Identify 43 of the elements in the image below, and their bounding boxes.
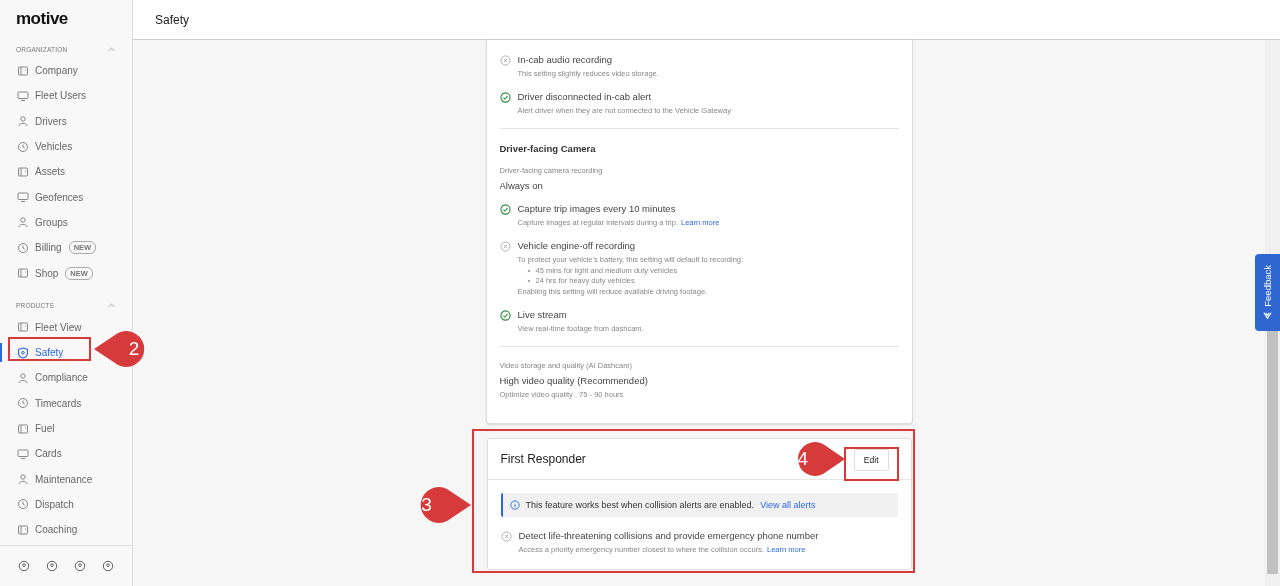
shield-icon	[17, 346, 29, 359]
nav-item[interactable]: Vehicles	[0, 138, 73, 155]
feedback-icon	[1263, 310, 1272, 320]
nav-item[interactable]: Coaching	[0, 521, 78, 538]
setting-title: Capture trip images every 10 minutes	[517, 203, 677, 214]
nav-item[interactable]: Dispatch	[0, 496, 74, 513]
setting-title: Driver disconnected in-cab alert	[517, 91, 653, 102]
field-value: Always on	[499, 180, 544, 191]
nav-item[interactable]: Fuel	[0, 420, 55, 437]
field-value: High video quality (Recommended)	[499, 375, 649, 386]
nav-item[interactable]: Assets	[0, 163, 65, 180]
section-heading: Driver-facing Camera	[499, 143, 597, 154]
nav-item[interactable]: Safety	[0, 344, 64, 361]
people-icon	[17, 216, 29, 229]
nav-item[interactable]: Compliance	[0, 369, 88, 386]
setting-title: Live stream	[517, 309, 568, 320]
logo: motive	[15, 8, 69, 30]
edit-button[interactable]: Edit	[853, 449, 889, 471]
nav-item[interactable]: Groups	[0, 214, 68, 231]
person-icon	[17, 115, 29, 128]
feedback-tab[interactable]: Feedback	[1255, 254, 1280, 331]
nav-item[interactable]: Shop	[0, 265, 59, 281]
building-icon	[17, 64, 29, 77]
setting-title: In-cab audio recording	[517, 54, 614, 65]
nav-item[interactable]: Fleet View	[0, 319, 82, 336]
nav-item[interactable]: Maintenance	[0, 471, 93, 488]
scrollbar-thumb[interactable]	[1267, 330, 1278, 574]
page-title: Safety	[155, 12, 190, 27]
nav-item[interactable]: Geofences	[0, 189, 84, 206]
nav-item[interactable]: Timecards	[0, 395, 82, 412]
nav-item[interactable]: Fleet Users	[0, 87, 87, 104]
nav-item[interactable]: Company	[0, 62, 78, 79]
view-alerts-link[interactable]: View all alerts	[760, 500, 816, 510]
setting-title: Detect life-threatening collisions and provide emergency phone number	[518, 530, 819, 541]
monitor-icon	[17, 89, 29, 102]
nav-item[interactable]: Billing	[0, 239, 62, 256]
clock-icon	[17, 397, 29, 410]
nav-item[interactable]: Cards	[0, 445, 62, 462]
info-icon	[509, 500, 520, 510]
nav-item[interactable]: Drivers	[0, 113, 67, 130]
info-text: This feature works best when collision alerts are enabled.	[525, 500, 755, 510]
card-title: First Responder	[500, 452, 586, 466]
setting-title: Vehicle engine-off recording	[517, 240, 637, 251]
